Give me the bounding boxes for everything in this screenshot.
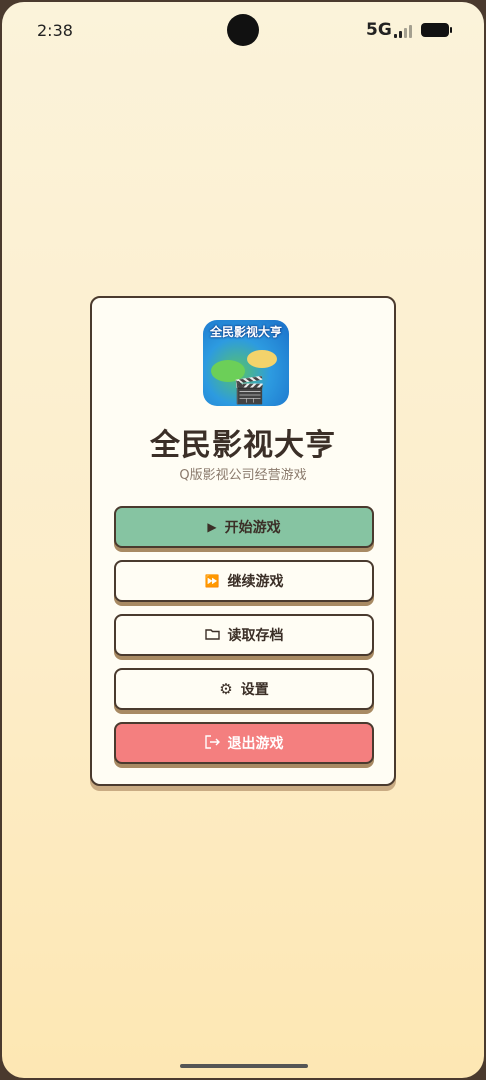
app-subtitle: Q版影视公司经营游戏 [179, 468, 307, 483]
continue-game-label: 继续游戏 [227, 574, 284, 590]
status-time: 2:38 [37, 21, 73, 40]
home-indicator[interactable] [180, 1064, 308, 1068]
continue-game-button[interactable]: ⏩ 继续游戏 [114, 560, 374, 602]
logo-continent [247, 350, 277, 368]
start-game-button[interactable]: ▶ 开始游戏 [114, 506, 374, 548]
screen: 2:38 5G 全民影视大亨 🎬 全民影视大亨 Q版影视公司经营游戏 ▶ 开始游… [2, 2, 484, 1078]
logo-title: 全民影视大亨 [209, 325, 282, 339]
main-menu-card: 全民影视大亨 🎬 全民影视大亨 Q版影视公司经营游戏 ▶ 开始游戏 ⏩ 继续游戏… [90, 296, 396, 786]
fast-forward-icon: ⏩ [204, 574, 220, 588]
folder-icon [204, 628, 220, 642]
network-label: 5G [366, 20, 392, 40]
load-save-button[interactable]: 读取存档 [114, 614, 374, 656]
clapperboard-icon: 🎬 [233, 376, 266, 406]
signal-icon [394, 22, 416, 38]
app-logo: 全民影视大亨 🎬 [203, 320, 289, 406]
gear-icon: ⚙ [219, 679, 233, 698]
start-game-label: 开始游戏 [224, 520, 281, 536]
camera-cutout [227, 14, 259, 46]
settings-button[interactable]: ⚙ 设置 [114, 668, 374, 710]
play-icon: ▶ [207, 520, 217, 534]
status-bar: 2:38 5G [2, 2, 484, 58]
exit-game-button[interactable]: 退出游戏 [114, 722, 374, 764]
app-title: 全民影视大亨 [150, 428, 336, 463]
exit-icon [204, 735, 220, 751]
load-save-label: 读取存档 [227, 628, 284, 644]
battery-icon [421, 23, 452, 37]
exit-game-label: 退出游戏 [227, 736, 284, 752]
settings-label: 设置 [240, 682, 269, 698]
